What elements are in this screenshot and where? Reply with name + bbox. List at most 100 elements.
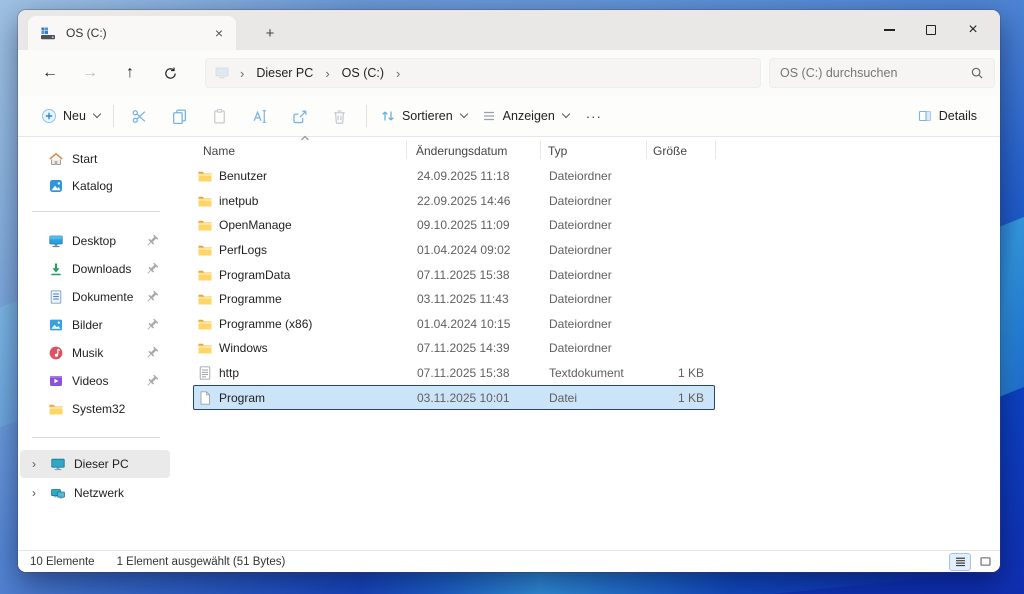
file-type-label: Dateiordner — [549, 169, 654, 183]
sidebar-item-dieser-pc[interactable]: › Dieser PC — [20, 450, 170, 478]
file-row[interactable]: ProgramData 07.11.2025 15:38 Dateiordner — [193, 262, 715, 287]
forward-button[interactable]: → — [70, 57, 110, 89]
file-type-label: Dateiordner — [549, 194, 654, 208]
pin-icon — [144, 345, 160, 361]
paste-button[interactable] — [200, 101, 240, 131]
sidebar-item-label: Dieser PC — [74, 457, 170, 471]
breadcrumb-item-os-c[interactable]: OS (C:) — [340, 64, 386, 82]
details-view-icon — [954, 555, 967, 568]
column-header-name[interactable]: Name — [203, 144, 235, 158]
pin-icon — [144, 317, 160, 333]
file-type-icon — [197, 340, 213, 356]
sidebar-item-videos[interactable]: Videos — [20, 369, 170, 393]
sidebar-item-katalog[interactable]: Katalog — [20, 174, 170, 198]
minimize-button[interactable] — [868, 10, 910, 50]
file-date: 07.11.2025 15:38 — [417, 366, 549, 380]
sidebar-item-netzwerk[interactable]: › Netzwerk — [20, 481, 170, 505]
tree-expand-icon[interactable]: › — [32, 486, 36, 500]
view-toggle-group — [949, 553, 996, 571]
file-row[interactable]: Programme (x86) 01.04.2024 10:15 Dateior… — [193, 312, 715, 337]
tree-expand-icon[interactable]: › — [32, 457, 36, 471]
search-input[interactable] — [780, 66, 970, 80]
file-row[interactable]: OpenManage 09.10.2025 11:09 Dateiordner — [193, 213, 715, 238]
large-icons-view-button[interactable] — [974, 553, 996, 571]
new-tab-button[interactable]: + — [258, 22, 282, 44]
cut-button[interactable] — [120, 101, 160, 131]
breadcrumb-separator-icon: › — [240, 66, 244, 81]
refresh-icon — [163, 66, 178, 81]
file-name: Programme (x86) — [219, 317, 417, 331]
sort-button[interactable]: Sortieren — [373, 103, 474, 129]
chevron-down-icon — [93, 110, 101, 118]
file-type-icon — [197, 242, 213, 258]
column-divider[interactable] — [406, 141, 407, 159]
sort-button-label: Sortieren — [402, 109, 453, 123]
column-divider[interactable] — [540, 141, 541, 159]
file-name: Programme — [219, 292, 417, 306]
share-button[interactable] — [280, 101, 320, 131]
maximize-button[interactable] — [910, 10, 952, 50]
refresh-button[interactable] — [150, 57, 190, 89]
sidebar-item-start[interactable]: Start — [20, 147, 170, 171]
file-row[interactable]: http 07.11.2025 15:38 Textdokument 1 KB — [193, 361, 715, 386]
file-name: OpenManage — [219, 218, 417, 232]
rename-button[interactable] — [240, 101, 280, 131]
file-type-icon — [197, 168, 213, 184]
file-type-label: Datei — [549, 391, 654, 405]
up-button[interactable]: ↑ — [110, 57, 150, 89]
sidebar-divider — [32, 211, 160, 212]
file-type-label: Dateiordner — [549, 218, 654, 232]
new-button[interactable]: Neu — [34, 103, 107, 129]
home-icon — [48, 151, 64, 167]
nav-buttons: ← → ↑ — [30, 50, 190, 96]
file-type-icon — [197, 291, 213, 307]
column-header-size[interactable]: Größe — [653, 144, 687, 158]
details-pane-button[interactable]: Details — [910, 103, 984, 129]
breadcrumb[interactable]: › Dieser PC › OS (C:) › — [205, 58, 761, 88]
file-row[interactable]: PerfLogs 01.04.2024 09:02 Dateiordner — [193, 238, 715, 263]
item-count: 10 Elemente — [30, 556, 95, 568]
details-view-button[interactable] — [949, 553, 971, 571]
file-row[interactable]: inetpub 22.09.2025 14:46 Dateiordner — [193, 189, 715, 214]
file-type-icon — [197, 193, 213, 209]
minimize-icon — [884, 29, 895, 30]
network-icon — [50, 485, 66, 501]
file-size: 1 KB — [654, 391, 712, 405]
tab-os-c[interactable]: OS (C:) × — [28, 16, 236, 50]
search-box — [769, 58, 995, 88]
column-header-type[interactable]: Typ — [548, 144, 567, 158]
column-header-date[interactable]: Änderungsdatum — [416, 144, 507, 158]
copy-button[interactable] — [160, 101, 200, 131]
column-divider[interactable] — [715, 141, 716, 159]
sidebar-item-musik[interactable]: Musik — [20, 341, 170, 365]
column-headers: Name Änderungsdatum Typ Größe — [175, 137, 745, 164]
file-date: 01.04.2024 09:02 — [417, 243, 549, 257]
close-button[interactable]: × — [952, 10, 994, 50]
file-row[interactable]: Program 03.11.2025 10:01 Datei 1 KB — [193, 385, 715, 410]
sidebar-item-bilder[interactable]: Bilder — [20, 313, 170, 337]
pin-icon — [144, 373, 160, 389]
view-button[interactable]: Anzeigen — [474, 103, 576, 129]
file-size: 1 KB — [654, 366, 712, 380]
back-button[interactable]: ← — [30, 57, 70, 89]
sidebar-item-desktop[interactable]: Desktop — [20, 229, 170, 253]
tab-close-icon[interactable]: × — [210, 24, 228, 42]
toolbar-divider — [366, 105, 367, 127]
file-type-icon — [197, 217, 213, 233]
file-row[interactable]: Programme 03.11.2025 11:43 Dateiordner — [193, 287, 715, 312]
delete-button[interactable] — [320, 101, 360, 131]
rename-icon — [251, 108, 268, 125]
sidebar-item-label: Downloads — [72, 262, 144, 276]
file-row[interactable]: Windows 07.11.2025 14:39 Dateiordner — [193, 336, 715, 361]
breadcrumb-item-dieser-pc[interactable]: Dieser PC — [254, 64, 315, 82]
more-options-button[interactable]: ··· — [576, 105, 612, 128]
file-date: 01.04.2024 10:15 — [417, 317, 549, 331]
file-row[interactable]: Benutzer 24.09.2025 11:18 Dateiordner — [193, 164, 715, 189]
window-controls: × — [868, 10, 994, 50]
sidebar-item-system32[interactable]: System32 — [20, 397, 170, 421]
file-name: Benutzer — [219, 169, 417, 183]
column-divider[interactable] — [646, 141, 647, 159]
sidebar-item-dokumente[interactable]: Dokumente — [20, 285, 170, 309]
view-button-label: Anzeigen — [503, 109, 555, 123]
sidebar-item-downloads[interactable]: Downloads — [20, 257, 170, 281]
